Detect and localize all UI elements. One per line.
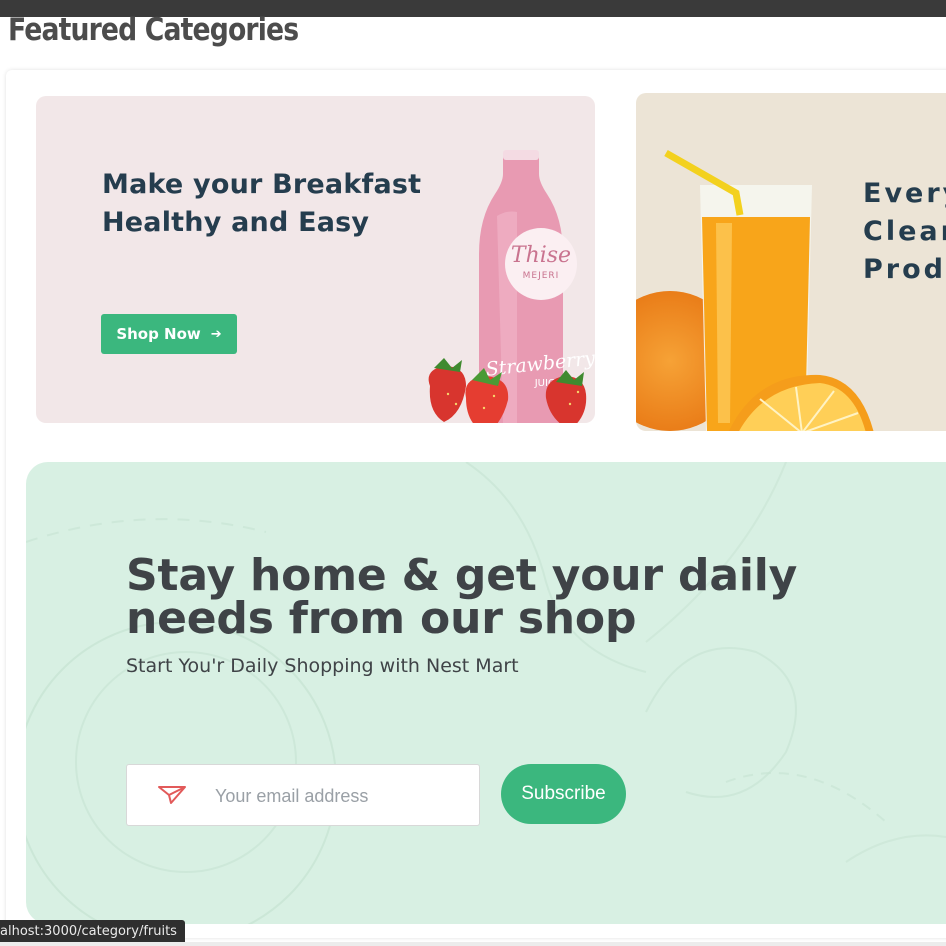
- email-input[interactable]: [213, 779, 467, 813]
- shop-now-label: Shop Now: [116, 325, 201, 343]
- clean-produce-banner[interactable]: Every Clear Produ: [636, 93, 946, 431]
- newsletter-section: Stay home & get your daily needs from ou…: [26, 462, 946, 924]
- shop-now-button[interactable]: Shop Now ➔: [101, 314, 237, 354]
- banner-title: Every Clear Produ: [863, 178, 946, 285]
- breakfast-banner[interactable]: Make your Breakfast Healthy and Easy Sho…: [36, 96, 595, 423]
- bottle-brand-text: Thise: [511, 243, 571, 268]
- newsletter-background-illustration: [26, 462, 946, 924]
- section-heading: Featured Categories: [8, 12, 299, 48]
- subscribe-button[interactable]: Subscribe: [501, 764, 626, 824]
- newsletter-subheading: Start You'r Daily Shopping with Nest Mar…: [126, 655, 519, 677]
- banner-title: Make your Breakfast Healthy and Easy: [102, 169, 422, 238]
- bottle-brand-subtext: MEJERI: [523, 271, 560, 281]
- strawberry-juice-bottle-image: Thise MEJERI Strawberry JUICE: [428, 150, 595, 423]
- page-bottom-edge: [0, 942, 946, 946]
- email-field-container[interactable]: [126, 764, 480, 826]
- browser-status-url: alhost:3000/category/fruits: [0, 920, 185, 944]
- newsletter-heading: Stay home & get your daily needs from ou…: [126, 550, 798, 644]
- send-icon: [158, 786, 186, 804]
- orange-juice-image: [636, 149, 874, 431]
- arrow-right-icon: ➔: [210, 326, 222, 342]
